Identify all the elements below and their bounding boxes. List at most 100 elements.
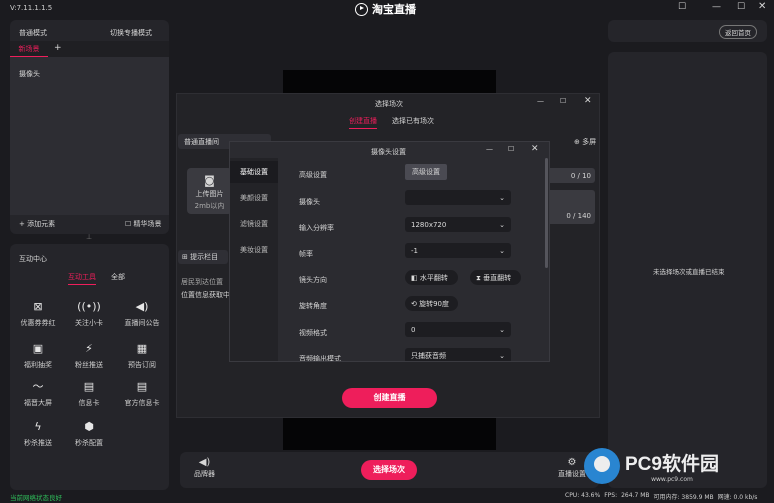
maximize-icon[interactable]: ☐	[737, 2, 745, 12]
flash-icon: ⚡	[85, 342, 93, 355]
beauty-button[interactable]: ◀) 品牌器	[194, 457, 215, 479]
card-icon: ▤	[83, 380, 95, 393]
audio-mode-select[interactable]: 只捕获音频 ⌄	[405, 348, 511, 361]
scene-panel: 普通模式 切换专播模式 新场景 + 摄像头 + 添加元素 ☐ 精华场景	[10, 20, 169, 234]
maximize-icon[interactable]: ☐	[508, 145, 514, 153]
watermark-logo-icon	[584, 448, 620, 484]
chevron-down-icon: ⌄	[499, 220, 505, 229]
lottery-tool[interactable]: ▣ 福利抽奖	[10, 342, 66, 370]
empty-session-text: 未选择场次或直播已结束	[653, 268, 725, 276]
announcement-tool[interactable]: ◀) 直播间公告	[114, 300, 170, 328]
calendar-icon: ▦	[136, 342, 148, 355]
official-card-tool[interactable]: ▤ 官方信息卡	[114, 380, 170, 408]
close-icon[interactable]: ✕	[758, 1, 766, 12]
right-panel: 未选择场次或直播已结束	[608, 52, 767, 488]
follow-card-tool[interactable]: ((•)) 关注小卡	[61, 300, 117, 328]
maximize-icon[interactable]: ☐	[560, 97, 566, 105]
camera-select[interactable]: ⌄	[405, 190, 511, 205]
fps-label: FPS:	[604, 492, 618, 499]
cpu-usage: CPU: 43.6%	[565, 492, 601, 499]
chevron-down-icon: ⌄	[499, 325, 505, 334]
back-home-button[interactable]: 返回首页	[719, 25, 757, 39]
source-item-camera[interactable]: 摄像头	[19, 69, 40, 79]
minimize-icon[interactable]: —	[537, 97, 544, 105]
tab-new-scene[interactable]: 新场景	[10, 41, 48, 57]
flip-horizontal-button[interactable]: ◧ 水平翻转	[405, 270, 458, 285]
add-element-button[interactable]: + 添加元素	[19, 219, 55, 229]
watermark: PC9软件园 www.pc9.com	[584, 448, 719, 484]
mode-label: 普通模式	[19, 29, 47, 37]
network-speed: 网速: 0.0 kb/s	[717, 494, 758, 501]
feedback-icon[interactable]: ☐	[678, 2, 686, 12]
flash-sale-push-tool[interactable]: ϟ 秒杀推送	[10, 420, 66, 448]
label-video-format: 视频格式	[299, 329, 327, 337]
title-counter: 0 / 10	[570, 172, 591, 180]
cover-upload[interactable]: ◙ 上传图片 2mb以内	[187, 168, 232, 214]
flash-sale-config-tool[interactable]: ⬢ 秒杀配置	[61, 420, 117, 448]
location-label: 居民到达位置	[181, 278, 223, 286]
status-bar: CPU: 43.6% FPS: 264.7 MB 可用内存: 3859.9 MB…	[565, 492, 757, 501]
nav-makeup[interactable]: 美妆设置	[230, 239, 278, 261]
collapse-handle[interactable]: ⊥	[86, 233, 92, 241]
signal-icon: ((•))	[77, 300, 101, 313]
tab-interactive-tools[interactable]: 互动工具	[68, 272, 96, 285]
video-format-select[interactable]: 0 ⌄	[405, 322, 511, 337]
collect-scene-button[interactable]: ☐ 精华场景	[125, 219, 162, 229]
tab-create-live[interactable]: 创建直播	[349, 116, 377, 129]
coupon-tool[interactable]: ⊠ 优惠券券红	[10, 300, 66, 328]
camera-sidebar: 基础设置 美颜设置 滤镜设置 美妆设置	[230, 158, 278, 361]
fps-select[interactable]: -1 ⌄	[405, 243, 511, 258]
right-top-bar: 返回首页	[608, 20, 767, 42]
chevron-down-icon: ⌄	[499, 193, 505, 202]
nav-basic[interactable]: 基础设置	[230, 161, 278, 183]
add-scene-button[interactable]: +	[54, 43, 62, 53]
gift-box-icon: ⊠	[33, 300, 43, 313]
label-rotation: 旋转角度	[299, 302, 327, 310]
available-memory: 可用内存: 3859.9 MB	[653, 494, 714, 501]
app-title: 淘宝直播	[355, 1, 416, 17]
scrollbar[interactable]	[545, 158, 548, 268]
nav-beauty[interactable]: 美颜设置	[230, 187, 278, 209]
scene-tabbar: 新场景 +	[10, 41, 169, 57]
create-live-button[interactable]: 创建直播	[342, 388, 437, 408]
close-icon[interactable]: ✕	[531, 144, 539, 154]
title-input[interactable]: 0 / 10	[547, 168, 595, 183]
rotate-90-button[interactable]: ⟲ 旋转90度	[405, 296, 458, 311]
dialog-title: 选择场次	[375, 100, 403, 108]
minimize-icon[interactable]: —	[486, 145, 493, 153]
resolution-select[interactable]: 1280x720 ⌄	[405, 217, 511, 232]
choose-session-button[interactable]: 选择场次	[361, 460, 417, 480]
switch-mode-button[interactable]: 切换专播模式	[110, 28, 152, 38]
tab-all[interactable]: 全部	[111, 272, 125, 282]
network-icon: ⬢	[84, 420, 94, 433]
nav-filter[interactable]: 滤镜设置	[230, 213, 278, 235]
logo-icon	[355, 2, 368, 16]
close-icon[interactable]: ✕	[584, 96, 592, 106]
desc-input[interactable]: 0 / 140	[547, 190, 595, 224]
label-camera: 摄像头	[299, 198, 320, 206]
network-status: 当前网络状态良好	[10, 494, 62, 502]
store-card-icon: ▤	[136, 380, 148, 393]
watermark-url: www.pc9.com	[651, 476, 693, 483]
gear-icon: ⚙	[567, 457, 577, 468]
multi-screen-button[interactable]: ⊕ 多屏	[574, 137, 596, 147]
camera-dialog-title: 摄像头设置	[371, 148, 406, 156]
tab-existing-session[interactable]: 选择已有场次	[392, 116, 434, 126]
version-label: V:7.11.1.1.5	[10, 4, 53, 12]
desc-counter: 0 / 140	[566, 212, 591, 220]
source-list: 摄像头	[10, 57, 169, 215]
preview-subscribe-tool[interactable]: ▦ 预告订阅	[114, 342, 170, 370]
fan-push-tool[interactable]: ⚡ 粉丝推送	[61, 342, 117, 370]
minimize-icon[interactable]: —	[712, 2, 721, 12]
info-card-tool[interactable]: ▤ 信息卡	[61, 380, 117, 408]
advanced-settings-button[interactable]: 高级设置	[405, 164, 447, 180]
flip-vertical-button[interactable]: ⧗ 垂直翻转	[470, 270, 521, 285]
lightning-icon: ϟ	[34, 420, 42, 433]
gift-icon: ▣	[32, 342, 44, 355]
chart-icon: 〜	[32, 380, 44, 393]
speaker-icon: ◀)	[198, 457, 211, 468]
topic-button[interactable]: ⊞ 提示栏目	[178, 250, 228, 264]
speaker-icon: ◀)	[135, 300, 149, 313]
live-settings-button[interactable]: ⚙ 直播设置	[558, 457, 586, 479]
big-screen-tool[interactable]: 〜福晋大屏	[10, 380, 66, 408]
